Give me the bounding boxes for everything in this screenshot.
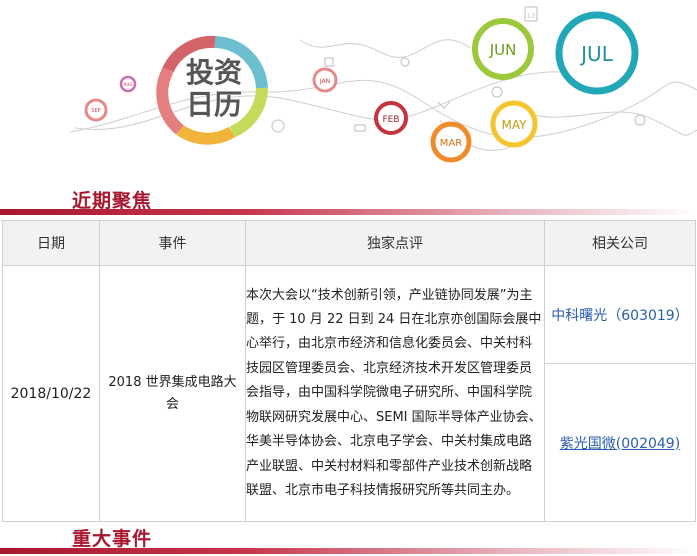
table-row: 2018/10/22 2018 世界集成电路大会 本次大会以“技术创新引领，产业… [2,265,696,522]
cell-event: 2018 世界集成电路大会 [99,265,246,522]
cell-comment: 本次大会以“技术创新引领，产业链协同发展”为主题，于 10 月 22 日到 24… [245,265,545,522]
svg-text:JAN: JAN [319,78,330,85]
header-company: 相关公司 [544,220,696,266]
svg-text:MAR: MAR [440,138,462,149]
month-circle-may: MAY [490,100,538,148]
svg-text:JUL: JUL [579,42,614,66]
month-circle-jul: JUL [555,11,639,95]
logo-line2: 日历 [186,88,242,121]
section-divider [0,548,697,554]
month-circle-jun: JUN [472,18,534,80]
calendar-badge-text: 12 [527,12,536,20]
header-comment: 独家点评 [245,220,545,266]
focus-table: 日期 事件 独家点评 相关公司 2018/10/22 2018 世界集成电路大会… [2,220,696,522]
month-circle-jan: JAN [312,67,338,93]
month-circle-feb: FEB [374,101,408,135]
cell-company-2: 紫光国微(002049) [544,363,696,522]
section-divider [0,209,697,215]
cell-date: 2018/10/22 [2,265,100,522]
svg-text:JUN: JUN [489,41,517,59]
investment-calendar-banner: 12 投资 日历 SEP AUG JAN FEB MAR MAY JUN JUL [69,6,697,163]
month-circle-aug: AUG [119,75,137,93]
company-link-unigroup-guoxin[interactable]: 紫光国微(002049) [560,436,680,452]
svg-text:AUG: AUG [124,82,133,87]
company-link-sugon[interactable]: 中科曙光（603019） [551,308,688,324]
logo-line1: 投资 [186,56,242,89]
month-circle-mar: MAR [430,121,472,163]
section-title-major-events: 重大事件 [72,528,153,550]
header-event: 事件 [99,220,246,266]
cell-company-1: 中科曙光（603019） [544,265,696,364]
header-date: 日期 [2,220,100,266]
table-header-row: 日期 事件 独家点评 相关公司 [2,220,696,266]
svg-text:FEB: FEB [382,115,399,125]
svg-text:MAY: MAY [502,118,528,132]
month-circle-sep: SEP [84,98,108,122]
svg-text:SEP: SEP [91,108,100,114]
